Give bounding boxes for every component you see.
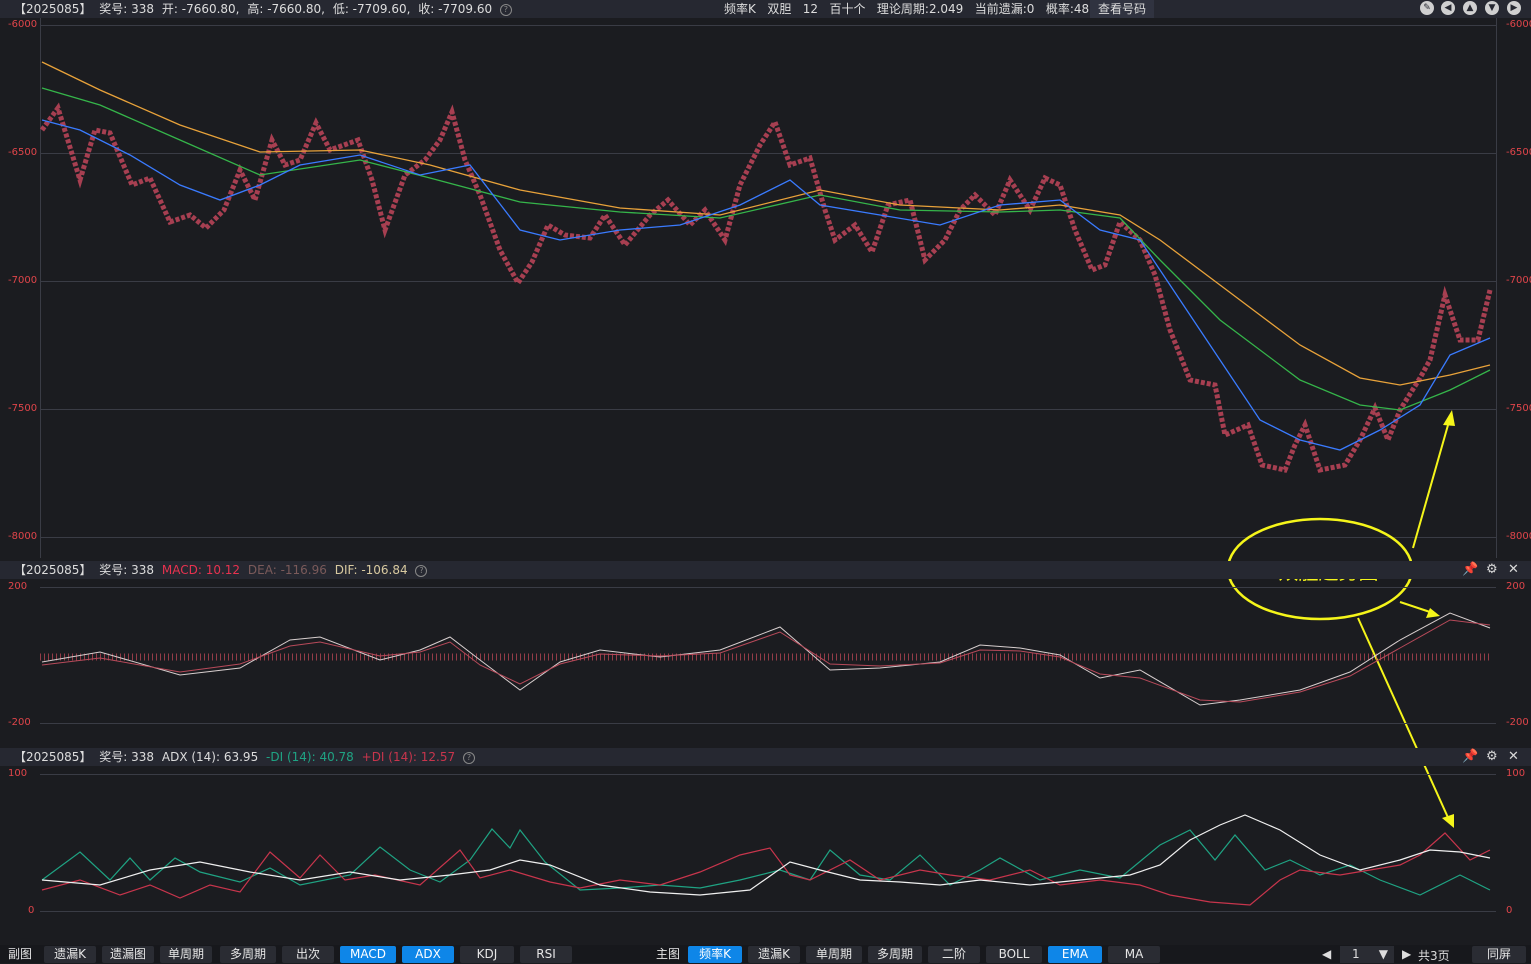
- macd-header: 【2025085】 奖号: 338 MACD: 10.12 DEA: -116.…: [0, 561, 1531, 579]
- adx-header: 【2025085】 奖号: 338 ADX (14): 63.95 -DI (1…: [0, 748, 1531, 766]
- help-icon[interactable]: ?: [462, 751, 475, 764]
- pdi-value: +DI (14): 12.57: [361, 750, 456, 764]
- tab-main-single-period[interactable]: 单周期: [806, 946, 862, 963]
- sync-screen-button[interactable]: 同屏: [1472, 946, 1526, 963]
- annotation-arrow-adx: [1357, 617, 1451, 823]
- macd-axis-label: 200: [8, 581, 28, 592]
- tab-kdj[interactable]: KDJ: [460, 946, 514, 963]
- tab-omission-k[interactable]: 遗漏K: [44, 946, 96, 963]
- adx-axis-label: 0: [28, 905, 35, 916]
- adx-line: [41, 814, 1491, 896]
- macd-axis-label: -200: [1506, 717, 1529, 728]
- adx-axis-label: 100: [8, 768, 28, 779]
- adx-mdi-line: [41, 828, 1491, 896]
- close-icon[interactable]: ✕: [1508, 561, 1519, 579]
- tab-second-order[interactable]: 二阶: [928, 946, 980, 963]
- ema-fast-line: [41, 119, 1491, 451]
- total-pages: 共3页: [1418, 949, 1450, 963]
- tab-main-omission-k[interactable]: 遗漏K: [748, 946, 800, 963]
- prev-page-icon[interactable]: ◀: [1322, 947, 1331, 961]
- tab-ma[interactable]: MA: [1108, 946, 1160, 963]
- arrow-head: [1443, 410, 1455, 426]
- pin-icon[interactable]: 📌: [1462, 561, 1478, 579]
- close-icon[interactable]: ✕: [1508, 748, 1519, 766]
- tab-single-period[interactable]: 单周期: [160, 946, 212, 963]
- chart-canvas: [39, 61, 1493, 906]
- adx-value: ADX (14): 63.95: [161, 750, 259, 764]
- ema-slow-line: [41, 61, 1491, 386]
- dea-value: DEA: -116.96: [247, 563, 327, 577]
- issue-label: 【2025085】: [14, 563, 92, 577]
- award-label: 奖号: 338: [99, 750, 155, 764]
- adx-axis-label: 0: [1506, 905, 1513, 916]
- award-label: 奖号: 338: [99, 563, 155, 577]
- annotation-arrow-main: [1412, 417, 1451, 549]
- tab-rsi[interactable]: RSI: [520, 946, 572, 963]
- mainchart-label: 主图: [655, 947, 680, 961]
- pin-icon[interactable]: 📌: [1462, 748, 1478, 766]
- help-icon[interactable]: ?: [415, 564, 428, 577]
- tab-main-multi-period[interactable]: 多周期: [868, 946, 922, 963]
- macd-axis-label: 200: [1506, 581, 1526, 592]
- tab-macd[interactable]: MACD: [340, 946, 396, 963]
- mdi-value: -DI (14): 40.78: [266, 750, 354, 764]
- macd-axis-label: -200: [8, 717, 31, 728]
- gear-icon[interactable]: ⚙: [1486, 561, 1498, 579]
- tab-frequency-k[interactable]: 频率K: [688, 946, 742, 963]
- chevron-down-icon: ▼: [1378, 947, 1388, 961]
- page-number: 1: [1352, 947, 1360, 961]
- page-select[interactable]: 1 ▼: [1340, 946, 1394, 963]
- adx-axis-label: 100: [1506, 768, 1526, 779]
- tab-ema[interactable]: EMA: [1048, 946, 1102, 963]
- subchart-label: 副图: [7, 947, 32, 961]
- price-trace: [39, 102, 1493, 473]
- next-page-icon[interactable]: ▶: [1402, 947, 1411, 961]
- tab-occurrences[interactable]: 出次: [282, 946, 334, 963]
- tab-adx[interactable]: ADX: [402, 946, 454, 963]
- issue-label: 【2025085】: [14, 750, 92, 764]
- main-candles: [39, 102, 1493, 473]
- arrow-head: [1426, 608, 1440, 618]
- tab-boll[interactable]: BOLL: [986, 946, 1042, 963]
- tab-omission-chart[interactable]: 遗漏图: [102, 946, 154, 963]
- gear-icon[interactable]: ⚙: [1486, 748, 1498, 766]
- macd-value: MACD: 10.12: [161, 563, 241, 577]
- adx-pdi-line: [41, 832, 1491, 906]
- tab-multi-period[interactable]: 多周期: [220, 946, 276, 963]
- dif-value: DIF: -106.84: [334, 563, 408, 577]
- arrow-head: [1442, 814, 1454, 828]
